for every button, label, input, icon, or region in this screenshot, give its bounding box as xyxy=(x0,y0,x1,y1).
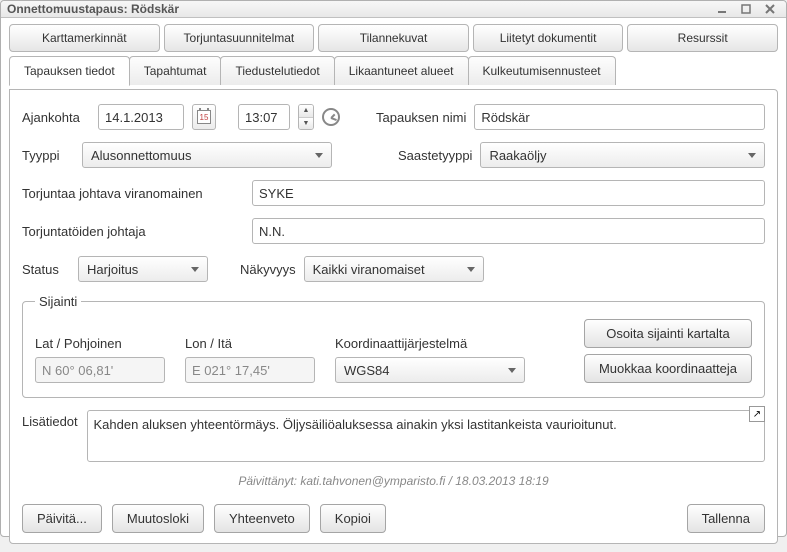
date-input[interactable] xyxy=(98,104,184,130)
tyyppi-label: Tyyppi xyxy=(22,148,74,163)
status-select[interactable]: Harjoitus xyxy=(78,256,208,282)
coord-select[interactable]: WGS84 xyxy=(335,357,525,383)
tab-liitetyt-dokumentit[interactable]: Liitetyt dokumentit xyxy=(473,24,624,52)
viranomainen-label: Torjuntaa johtava viranomainen xyxy=(22,186,244,201)
saastetyyppi-value: Raakaöljy xyxy=(489,148,546,163)
time-input[interactable] xyxy=(238,104,290,130)
tyyppi-select[interactable]: Alusonnettomuus xyxy=(82,142,332,168)
johtaja-label: Torjuntatöiden johtaja xyxy=(22,224,244,239)
expand-icon[interactable]: ↗ xyxy=(749,406,765,422)
coord-label: Koordinaattijärjestelmä xyxy=(335,336,525,351)
tab-resurssit[interactable]: Resurssit xyxy=(627,24,778,52)
tab-tapauksen-tiedot[interactable]: Tapauksen tiedot xyxy=(9,56,130,86)
time-spinner[interactable]: ▲ ▼ xyxy=(298,104,314,130)
window-title: Onnettomuustapaus: Rödskär xyxy=(7,2,708,16)
osoita-sijainti-button[interactable]: Osoita sijainti kartalta xyxy=(584,319,752,348)
coord-value: WGS84 xyxy=(344,363,390,378)
status-label: Status xyxy=(22,262,70,277)
row-tyyppi: Tyyppi Alusonnettomuus Saastetyyppi Raak… xyxy=(22,142,765,168)
clock-icon xyxy=(322,108,340,126)
muutosloki-button[interactable]: Muutosloki xyxy=(112,504,204,533)
calendar-button[interactable]: 15 xyxy=(192,104,216,130)
lon-label: Lon / Itä xyxy=(185,336,315,351)
lon-input xyxy=(185,357,315,383)
lat-label: Lat / Pohjoinen xyxy=(35,336,165,351)
paivita-button[interactable]: Päivitä... xyxy=(22,504,102,533)
spinner-down-icon[interactable]: ▼ xyxy=(299,118,313,130)
content-area: Karttamerkinnät Torjuntasuunnitelmat Til… xyxy=(1,18,786,552)
tab-torjuntasuunnitelmat[interactable]: Torjuntasuunnitelmat xyxy=(164,24,315,52)
minimize-button[interactable] xyxy=(712,1,732,17)
tab-kulkeutumisennusteet[interactable]: Kulkeutumisennusteet xyxy=(468,56,616,85)
yhteenveto-button[interactable]: Yhteenveto xyxy=(214,504,310,533)
secondary-tabs: Tapauksen tiedot Tapahtumat Tiedusteluti… xyxy=(9,56,778,85)
saastetyyppi-label: Saastetyyppi xyxy=(398,148,472,163)
tyyppi-value: Alusonnettomuus xyxy=(91,148,191,163)
tallenna-button[interactable]: Tallenna xyxy=(687,504,765,533)
updated-text: Päivittänyt: kati.tahvonen@ymparisto.fi … xyxy=(22,474,765,488)
app-window: Onnettomuustapaus: Rödskär Karttamerkinn… xyxy=(0,0,787,537)
tab-likaantuneet-alueet[interactable]: Likaantuneet alueet xyxy=(334,56,469,85)
nakyvyys-value: Kaikki viranomaiset xyxy=(313,262,425,277)
calendar-icon: 15 xyxy=(197,110,211,124)
row-status: Status Harjoitus Näkyvyys Kaikki viranom… xyxy=(22,256,765,282)
tab-tiedustelutiedot[interactable]: Tiedustelutiedot xyxy=(220,56,334,85)
titlebar: Onnettomuustapaus: Rödskär xyxy=(1,1,786,18)
spinner-up-icon[interactable]: ▲ xyxy=(299,105,313,118)
viranomainen-input[interactable] xyxy=(252,180,765,206)
tab-karttamerkinnat[interactable]: Karttamerkinnät xyxy=(9,24,160,52)
tapauksen-nimi-label: Tapauksen nimi xyxy=(376,110,466,125)
lisatiedot-label: Lisätiedot xyxy=(22,410,79,429)
row-johtaja: Torjuntatöiden johtaja xyxy=(22,218,765,244)
close-button[interactable] xyxy=(760,1,780,17)
nakyvyys-select[interactable]: Kaikki viranomaiset xyxy=(304,256,484,282)
kopioi-button[interactable]: Kopioi xyxy=(320,504,386,533)
row-ajankohta: Ajankohta 15 ▲ ▼ Tapauksen nimi xyxy=(22,104,765,130)
tab-tilannekuvat[interactable]: Tilannekuvat xyxy=(318,24,469,52)
ajankohta-label: Ajankohta xyxy=(22,110,90,125)
footer-buttons: Päivitä... Muutosloki Yhteenveto Kopioi … xyxy=(22,504,765,533)
row-viranomainen: Torjuntaa johtava viranomainen xyxy=(22,180,765,206)
johtaja-input[interactable] xyxy=(252,218,765,244)
lat-input xyxy=(35,357,165,383)
maximize-button[interactable] xyxy=(736,1,756,17)
lisatiedot-textarea[interactable] xyxy=(87,410,765,462)
nakyvyys-label: Näkyvyys xyxy=(240,262,296,277)
tapauksen-nimi-input[interactable] xyxy=(474,104,765,130)
sijainti-legend: Sijainti xyxy=(35,294,81,309)
row-lisatiedot: Lisätiedot ↗ xyxy=(22,410,765,462)
muokkaa-koordinaatteja-button[interactable]: Muokkaa koordinaatteja xyxy=(584,354,752,383)
form-panel: Ajankohta 15 ▲ ▼ Tapauksen nimi Tyyppi xyxy=(9,89,778,544)
sijainti-fieldset: Sijainti Lat / Pohjoinen Lon / Itä Koord… xyxy=(22,294,765,398)
primary-tabs: Karttamerkinnät Torjuntasuunnitelmat Til… xyxy=(9,24,778,52)
tab-tapahtumat[interactable]: Tapahtumat xyxy=(129,56,222,85)
saastetyyppi-select[interactable]: Raakaöljy xyxy=(480,142,765,168)
status-value: Harjoitus xyxy=(87,262,138,277)
